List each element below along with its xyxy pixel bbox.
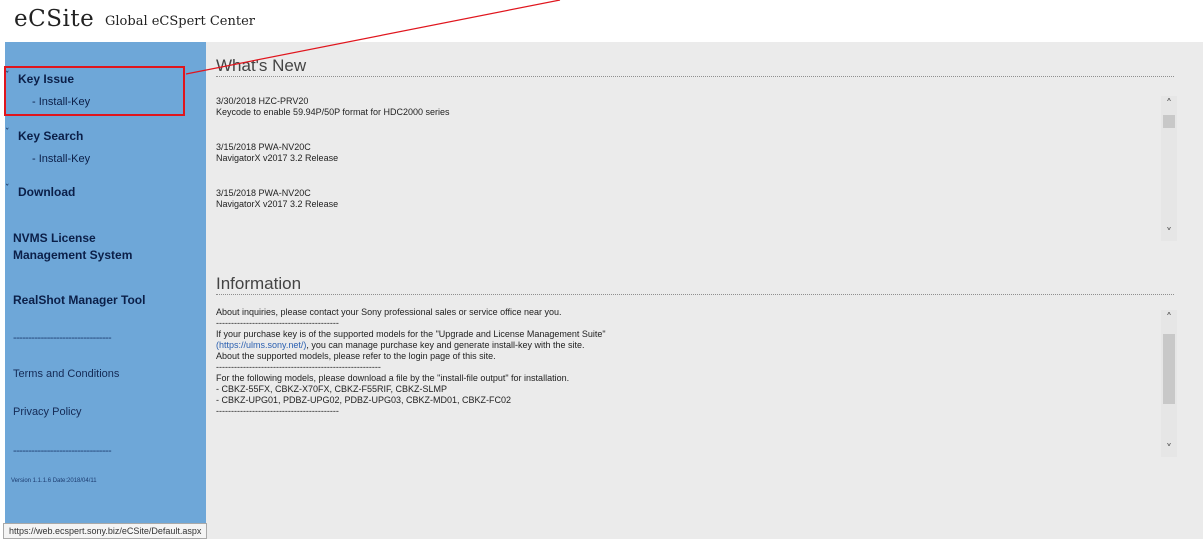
news-date-model: 3/15/2018 PWA-NV20C (216, 142, 311, 152)
info-line-text: , you can manage purchase key and genera… (306, 340, 585, 350)
sidebar: ˇ Key Issue - Install-Key ˇ Key Search -… (5, 42, 206, 539)
sidebar-item-realshot[interactable]: RealShot Manager Tool (13, 292, 145, 309)
chevron-up-icon[interactable]: ˄ (1163, 98, 1175, 110)
info-line: - CBKZ-55FX, CBKZ-X70FX, CBKZ-F55RIF, CB… (216, 384, 448, 394)
chevron-up-icon[interactable]: ˄ (1163, 312, 1175, 324)
section-divider (216, 294, 1174, 295)
site-logo[interactable]: eCSite (14, 6, 94, 32)
sidebar-item-download[interactable]: Download (18, 185, 75, 199)
info-line: ----------------------------------------… (216, 362, 381, 372)
info-line: For the following models, please downloa… (216, 373, 570, 383)
list-item[interactable]: 3/30/2018 HZC-PRV20 Keycode to enable 59… (216, 96, 1168, 118)
news-description: NavigatorX v2017 3.2 Release (216, 153, 339, 163)
list-item[interactable]: 3/15/2018 PWA-NV20C NavigatorX v2017 3.2… (216, 188, 1168, 210)
section-divider (216, 76, 1174, 77)
info-line: ----------------------------------------… (216, 318, 339, 328)
chevron-down-icon[interactable]: ˅ (1163, 227, 1175, 239)
information-title: Information (216, 274, 302, 293)
information-scrollbar[interactable]: ˄ ˅ (1161, 310, 1177, 457)
sidebar-separator: -------------------------------- (13, 445, 112, 457)
info-line: - CBKZ-UPG01, PDBZ-UPG02, PDBZ-UPG03, CB… (216, 395, 512, 405)
sidebar-separator: -------------------------------- (13, 332, 112, 344)
version-text: Version 1.1.1.6 Date:2018/04/11 (11, 478, 97, 484)
whats-new-title: What's New (216, 56, 307, 75)
news-date-model: 3/15/2018 PWA-NV20C (216, 188, 311, 198)
sidebar-item-key-search[interactable]: Key Search (18, 129, 83, 143)
info-line: If your purchase key is of the supported… (216, 329, 606, 339)
highlight-box (4, 66, 185, 116)
news-description: NavigatorX v2017 3.2 Release (216, 199, 339, 209)
info-line: (https://ulms.sony.net/), you can manage… (216, 340, 1168, 351)
news-date-model: 3/30/2018 HZC-PRV20 (216, 96, 309, 106)
chevron-down-icon[interactable]: ˇ (5, 128, 10, 138)
scroll-thumb[interactable] (1163, 115, 1175, 128)
sidebar-item-key-search-install-key[interactable]: - Install-Key (32, 153, 90, 165)
news-description: Keycode to enable 59.94P/50P format for … (216, 107, 450, 117)
chevron-down-icon[interactable]: ˅ (1163, 443, 1175, 455)
nvms-label-line2: Management System (13, 248, 133, 262)
info-line: About inquiries, please contact your Son… (216, 307, 562, 317)
information-text: About inquiries, please contact your Son… (216, 307, 1168, 457)
ulms-link[interactable]: (https://ulms.sony.net/) (216, 340, 306, 350)
whats-new-list[interactable]: 3/30/2018 HZC-PRV20 Keycode to enable 59… (216, 96, 1168, 242)
site-subtitle: Global eCSpert Center (105, 14, 256, 29)
nvms-label-line1: NVMS License (13, 231, 96, 245)
status-bar-url: https://web.ecspert.sony.biz/eCSite/Defa… (3, 523, 208, 539)
info-line: About the supported models, please refer… (216, 351, 496, 361)
page-header: eCSite Global eCSpert Center (0, 0, 1203, 42)
terms-link[interactable]: Terms and Conditions (13, 368, 119, 380)
info-line: ----------------------------------------… (216, 406, 339, 416)
chevron-down-icon[interactable]: ˇ (5, 184, 10, 194)
main-content: What's New 3/30/2018 HZC-PRV20 Keycode t… (206, 42, 1203, 539)
scroll-thumb[interactable] (1163, 334, 1175, 404)
whats-new-scrollbar[interactable]: ˄ ˅ (1161, 96, 1177, 241)
list-item[interactable]: 3/15/2018 PWA-NV20C NavigatorX v2017 3.2… (216, 142, 1168, 164)
sidebar-item-nvms[interactable]: NVMS License Management System (13, 230, 132, 264)
privacy-link[interactable]: Privacy Policy (13, 406, 81, 418)
